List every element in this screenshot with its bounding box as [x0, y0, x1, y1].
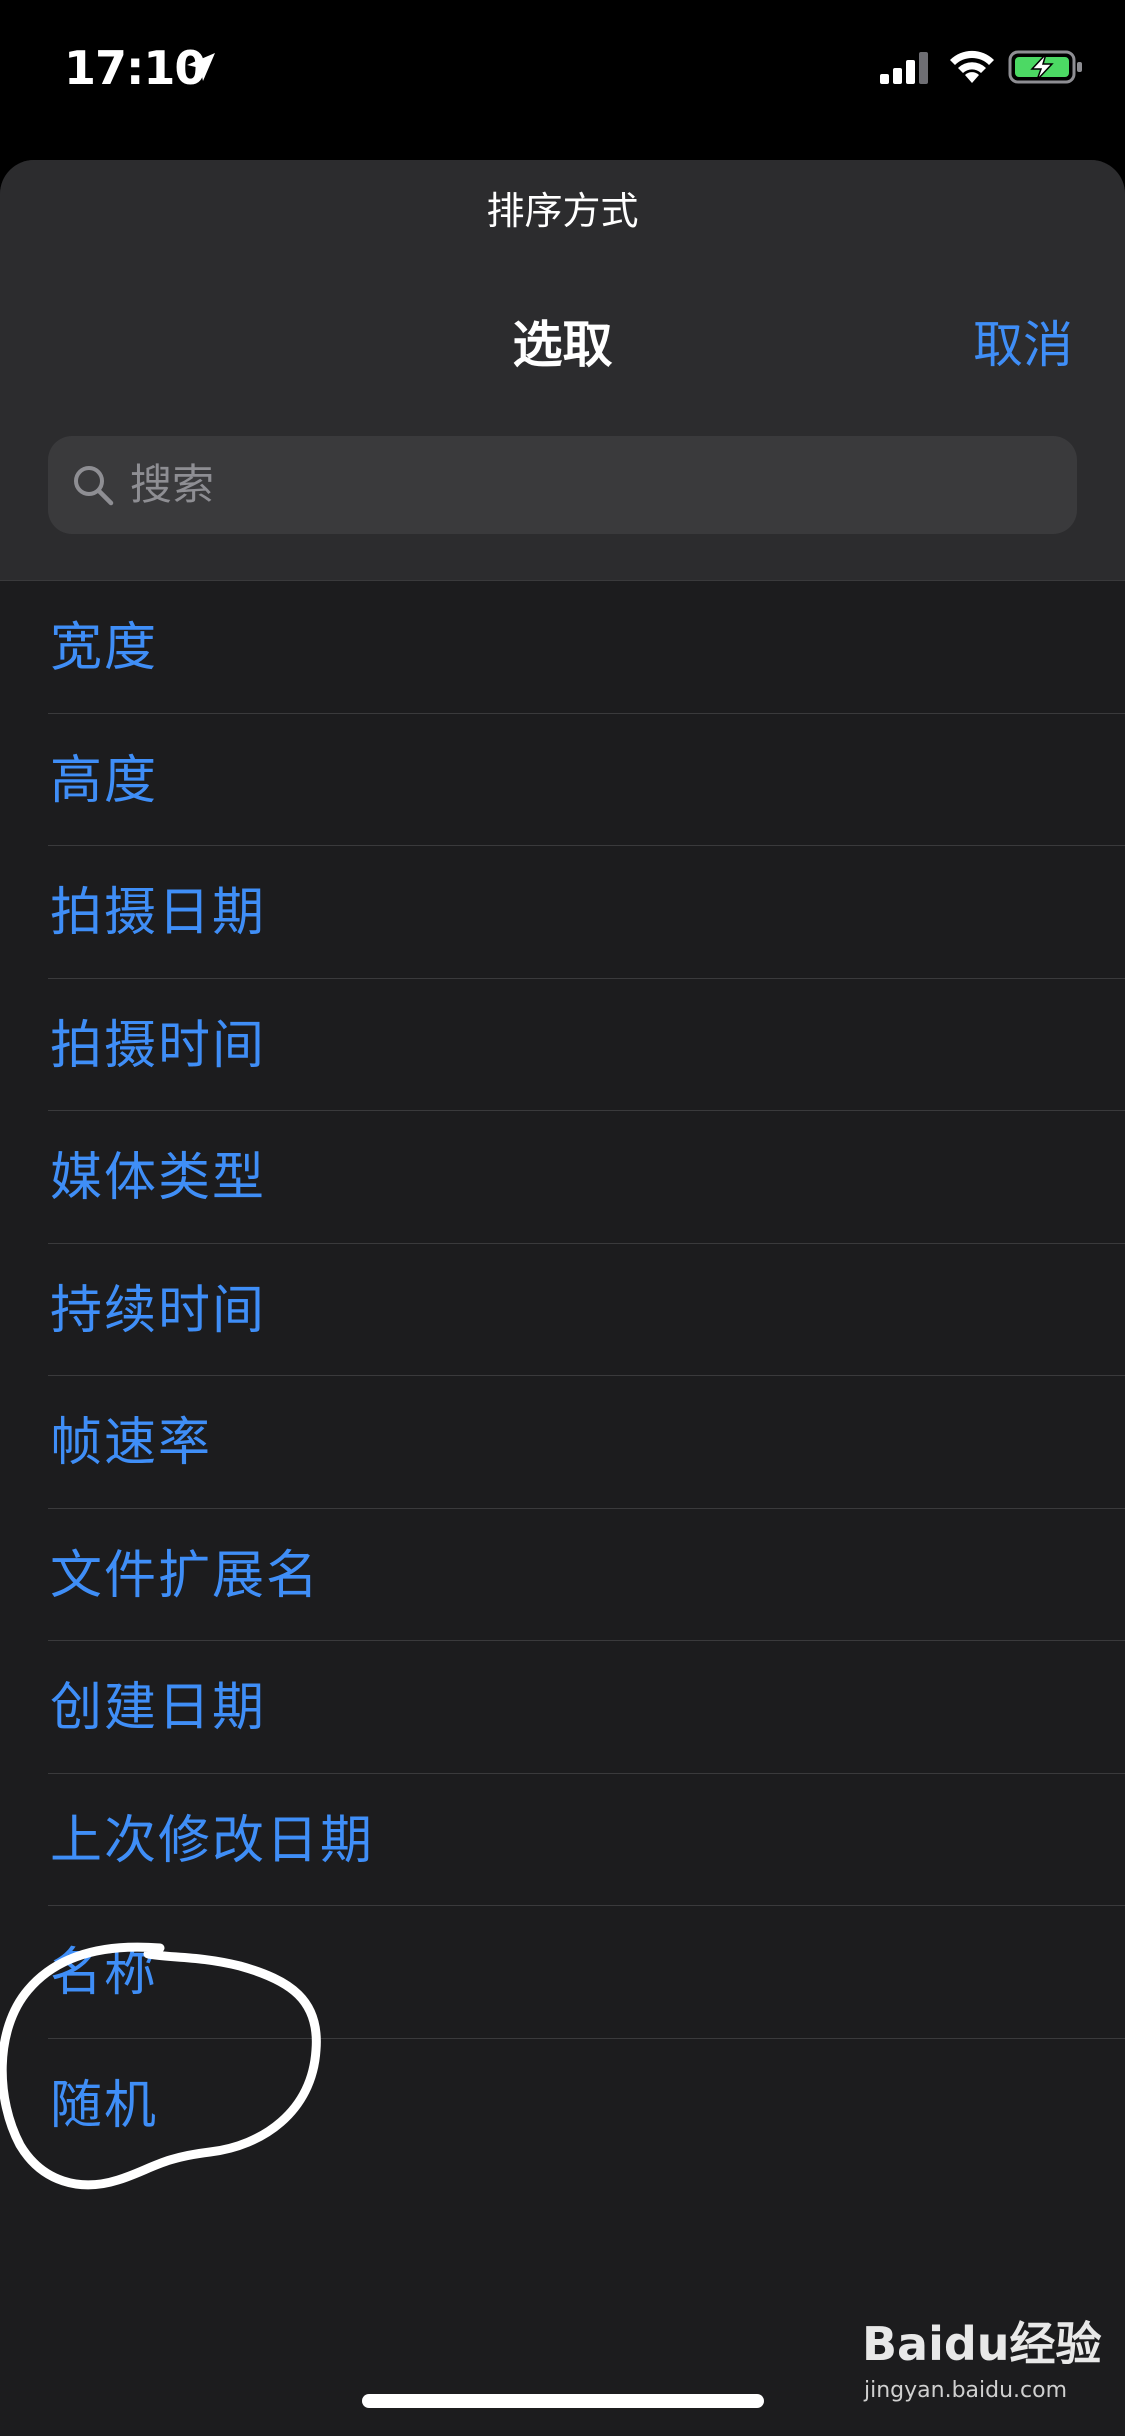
option-creation-date[interactable]: 创建日期 [0, 1641, 1125, 1774]
option-label: 帧速率 [50, 1413, 213, 1473]
baidu-watermark: Baidu经验 jingyan.baidu.com [862, 2316, 1102, 2416]
location-arrow-icon [187, 53, 215, 81]
option-label: 宽度 [50, 618, 159, 678]
search-placeholder: 搜索 [130, 460, 215, 509]
search-field[interactable]: 搜索 [48, 436, 1077, 534]
option-name[interactable]: 名称 [0, 1906, 1125, 2039]
sort-picker-sheet: 排序方式 选取 取消 搜索 宽度 高度 拍摄日期 拍摄时间 媒体类型 持续时间 … [0, 160, 1125, 2436]
status-bar: 17:10 [0, 0, 1125, 150]
battery-charging-icon [1008, 50, 1082, 84]
option-capture-time[interactable]: 拍摄时间 [0, 979, 1125, 1112]
option-label: 随机 [50, 2075, 159, 2136]
option-last-modified-date[interactable]: 上次修改日期 [0, 1774, 1125, 1907]
option-label: 拍摄时间 [50, 1015, 267, 1076]
wifi-icon [950, 50, 994, 83]
home-indicator[interactable] [362, 2394, 764, 2408]
screen: 17:10 排序方式 选取 取消 搜索 宽度 高度 拍摄日期 拍摄时间 媒体类型… [0, 0, 1125, 2436]
option-file-extension[interactable]: 文件扩展名 [0, 1509, 1125, 1642]
nav-title: 选取 [512, 316, 613, 374]
option-label: 高度 [50, 750, 159, 811]
option-label: 媒体类型 [50, 1148, 267, 1208]
option-height[interactable]: 高度 [0, 714, 1125, 847]
option-frame-rate[interactable]: 帧速率 [0, 1376, 1125, 1509]
cancel-button[interactable]: 取消 [973, 312, 1073, 378]
search-icon [74, 466, 114, 506]
option-capture-date[interactable]: 拍摄日期 [0, 846, 1125, 979]
option-label: 文件扩展名 [50, 1545, 321, 1606]
sort-option-list: 宽度 高度 拍摄日期 拍摄时间 媒体类型 持续时间 帧速率 文件扩展名 创建日期… [0, 581, 1125, 2171]
watermark-url: jingyan.baidu.com [864, 2378, 1068, 2403]
option-label: 创建日期 [50, 1678, 267, 1738]
option-width[interactable]: 宽度 [0, 581, 1125, 714]
option-label: 上次修改日期 [50, 1810, 375, 1871]
sheet-header: 排序方式 选取 取消 搜索 [0, 160, 1125, 581]
sheet-subtitle: 排序方式 [486, 189, 639, 233]
option-label: 持续时间 [50, 1280, 267, 1341]
option-random[interactable]: 随机 [0, 2039, 1125, 2172]
option-label: 名称 [50, 1943, 159, 2003]
cellular-signal-icon [880, 52, 928, 84]
option-duration[interactable]: 持续时间 [0, 1244, 1125, 1377]
option-media-type[interactable]: 媒体类型 [0, 1111, 1125, 1244]
option-label: 拍摄日期 [50, 883, 267, 943]
watermark-logo: Baidu经验 [862, 2317, 1102, 2371]
